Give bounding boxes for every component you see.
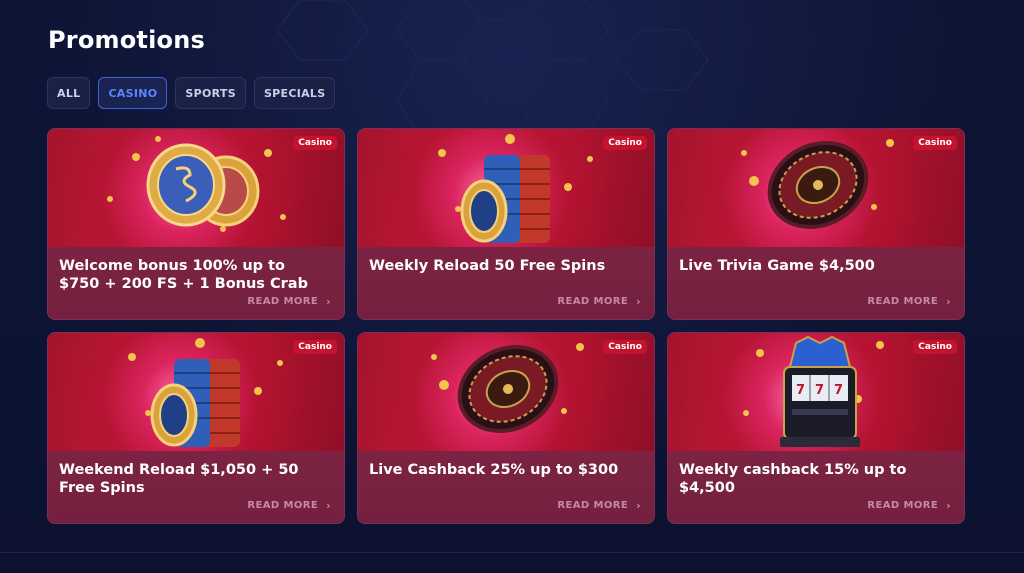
page-title: Promotions [48,26,205,54]
category-badge: Casino [603,136,647,150]
promo-title: Welcome bonus 100% up to $750 + 200 FS +… [59,258,308,292]
chevron-right-icon: › [326,499,331,512]
promotions-grid: Casino Welcome bonus 100% up to $750 + 2… [47,128,965,524]
promo-title: Live Cashback 25% up to $300 [369,462,619,478]
chevron-right-icon: › [326,295,331,308]
chevron-right-icon: › [636,499,641,512]
read-more-label: READ MORE [247,500,319,511]
promo-card[interactable]: 7 7 7 Casino Weekly cashback 15% up to $… [667,332,965,524]
promo-filter-tabs: ALL CASINO SPORTS SPECIALS [47,77,336,109]
read-more-label: READ MORE [247,296,319,307]
read-more-link[interactable]: READ MORE › [557,295,641,308]
category-badge: Casino [913,136,957,150]
svg-text:7: 7 [815,383,824,398]
read-more-link[interactable]: READ MORE › [247,499,331,512]
promo-card[interactable]: Casino Live Cashback 25% up to $300 READ… [357,332,655,524]
tab-all[interactable]: ALL [47,77,91,109]
divider [0,552,1024,553]
svg-text:7: 7 [834,383,843,398]
read-more-label: READ MORE [557,500,629,511]
read-more-link[interactable]: READ MORE › [557,499,641,512]
promo-card[interactable]: Casino Live Trivia Game $4,500 READ MORE… [667,128,965,320]
category-badge: Casino [293,340,337,354]
tab-casino[interactable]: CASINO [98,77,168,109]
category-badge: Casino [603,340,647,354]
promo-card[interactable]: Casino Weekly Reload 50 Free Spins READ … [357,128,655,320]
promo-card[interactable]: Casino Welcome bonus 100% up to $750 + 2… [47,128,345,320]
chevron-right-icon: › [946,295,951,308]
promo-title: Weekly cashback 15% up to $4,500 [679,462,907,496]
read-more-link[interactable]: READ MORE › [247,295,331,308]
read-more-link[interactable]: READ MORE › [867,295,951,308]
promo-title: Live Trivia Game $4,500 [679,258,875,274]
promo-card[interactable]: Casino Weekend Reload $1,050 + 50 Free S… [47,332,345,524]
read-more-link[interactable]: READ MORE › [867,499,951,512]
category-badge: Casino [293,136,337,150]
promo-title: Weekly Reload 50 Free Spins [369,258,606,274]
svg-text:7: 7 [796,383,805,398]
chevron-right-icon: › [636,295,641,308]
read-more-label: READ MORE [557,296,629,307]
tab-sports[interactable]: SPORTS [175,77,246,109]
read-more-label: READ MORE [867,500,939,511]
category-badge: Casino [913,340,957,354]
tab-specials[interactable]: SPECIALS [253,77,336,109]
chevron-right-icon: › [946,499,951,512]
read-more-label: READ MORE [867,296,939,307]
promo-title: Weekend Reload $1,050 + 50 Free Spins [59,462,299,496]
